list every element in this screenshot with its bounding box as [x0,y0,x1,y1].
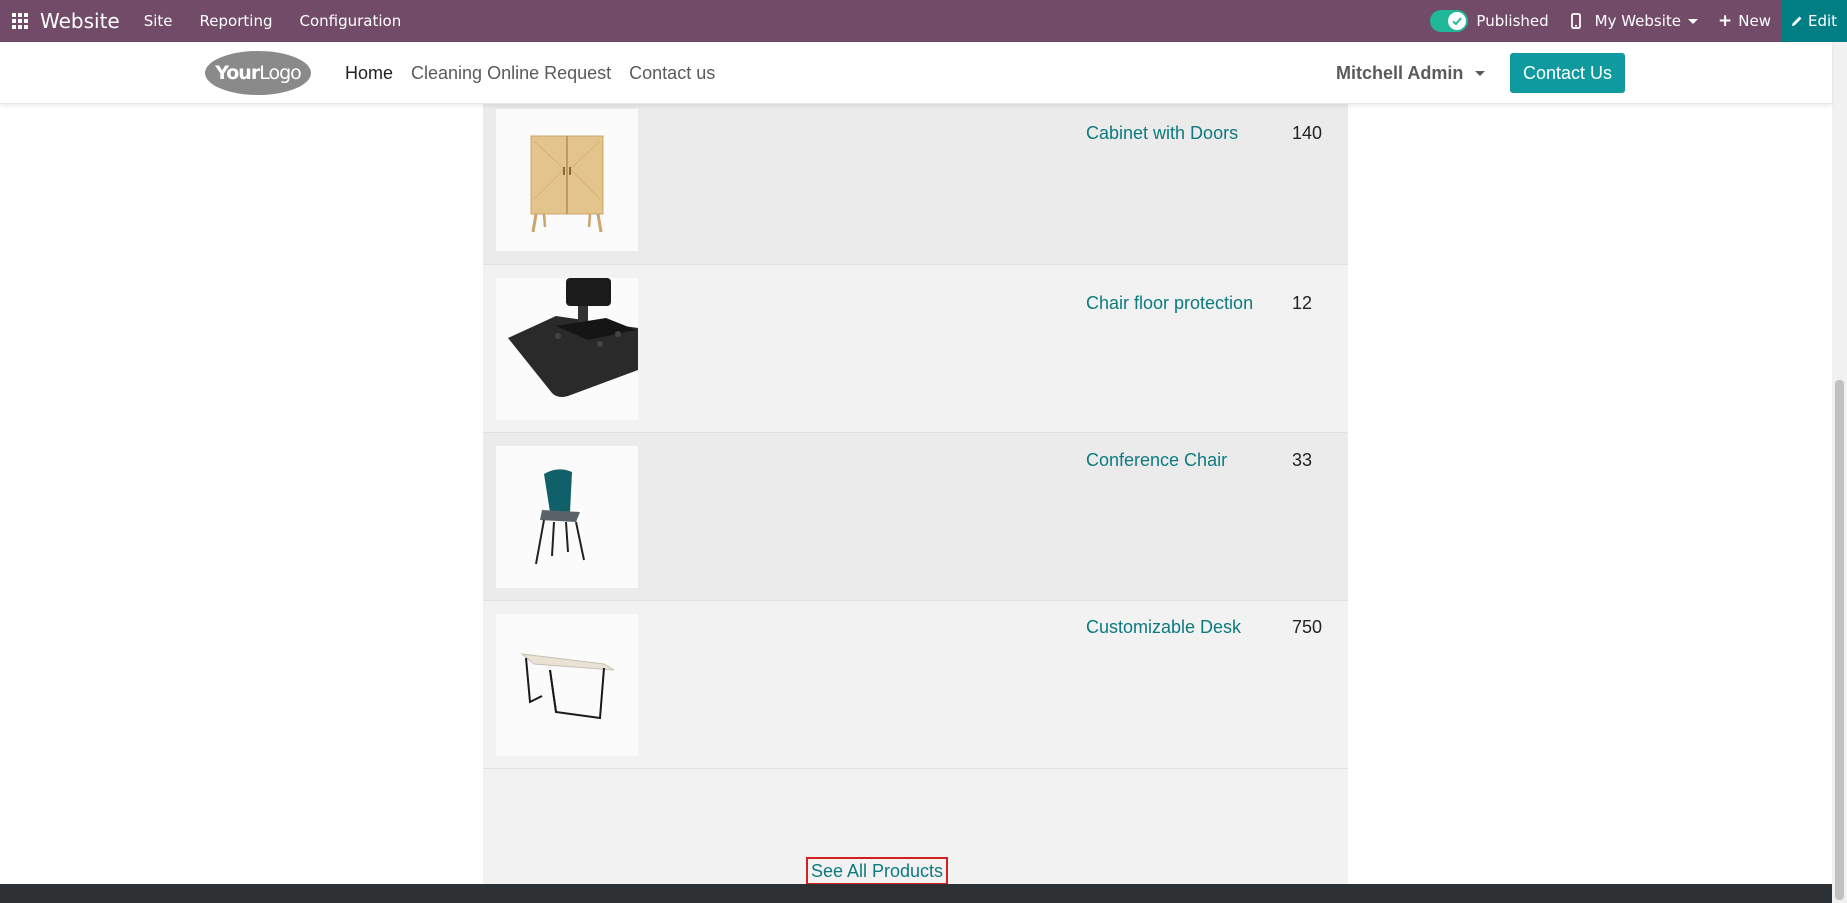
product-name-link[interactable]: Conference Chair [1086,450,1227,471]
product-qty: 33 [1292,450,1313,470]
footer [0,884,1832,903]
nav-home[interactable]: Home [345,63,393,84]
website-selector[interactable]: My Website [1594,12,1699,30]
cabinet-image[interactable] [496,109,638,251]
logo-text: Logo [259,62,302,84]
website-selector-label: My Website [1594,12,1682,30]
table-row: Cabinet with Doors 140 [483,96,1348,265]
product-name-link[interactable]: Cabinet with Doors [1086,123,1238,144]
published-toggle[interactable] [1430,10,1469,32]
contact-us-button[interactable]: Contact Us [1510,53,1625,93]
product-qty: 750 [1292,617,1323,637]
published-label[interactable]: Published [1476,12,1548,30]
table-row: Conference Chair 33 [483,433,1348,601]
new-button-label: New [1738,12,1771,30]
menu-configuration[interactable]: Configuration [299,12,401,30]
edit-button-label: Edit [1807,12,1838,30]
scrollbar[interactable] [1832,42,1847,903]
table-row: Customizable Desk 750 [483,601,1348,769]
pencil-icon [1791,16,1802,26]
see-all-products-link[interactable]: See All Products [806,857,948,884]
site-logo[interactable]: Your Logo [205,51,311,95]
site-header: Your Logo Home Cleaning Online Request Co… [0,42,1832,104]
product-list: Cabinet with Doors 140 Chair floor prote… [483,42,1348,884]
desk-image[interactable] [496,614,638,756]
product-name-link[interactable]: Customizable Desk [1086,617,1241,638]
new-button[interactable]: + New [1718,11,1771,31]
menu-reporting[interactable]: Reporting [200,12,273,30]
check-icon [1448,12,1467,30]
admin-navbar: Website Site Reporting Configuration Pub… [0,0,1847,42]
main-nav: Home Cleaning Online Request Contact us [345,42,733,104]
user-name: Mitchell Admin [1336,62,1464,83]
app-title[interactable]: Website [40,9,120,33]
chair-image[interactable] [496,446,638,588]
scrollbar-thumb[interactable] [1835,380,1844,900]
floor-mat-image[interactable] [496,278,638,420]
menu-site[interactable]: Site [144,12,173,30]
apps-grid-icon[interactable] [0,0,40,42]
product-qty: 140 [1292,123,1323,143]
chevron-down-icon [1688,18,1699,24]
nav-contact-us[interactable]: Contact us [629,63,715,84]
nav-cleaning-request[interactable]: Cleaning Online Request [411,63,611,84]
product-qty: 12 [1292,293,1313,313]
product-name-link[interactable]: Chair floor protection [1086,293,1253,314]
edit-button[interactable]: Edit [1781,0,1847,42]
chevron-down-icon [1475,70,1486,76]
mobile-icon[interactable] [1570,13,1581,29]
logo-text-bold: Your [215,62,260,84]
plus-icon: + [1718,11,1733,31]
table-row: Chair floor protection 12 [483,265,1348,433]
user-menu[interactable]: Mitchell Admin [1336,42,1486,104]
